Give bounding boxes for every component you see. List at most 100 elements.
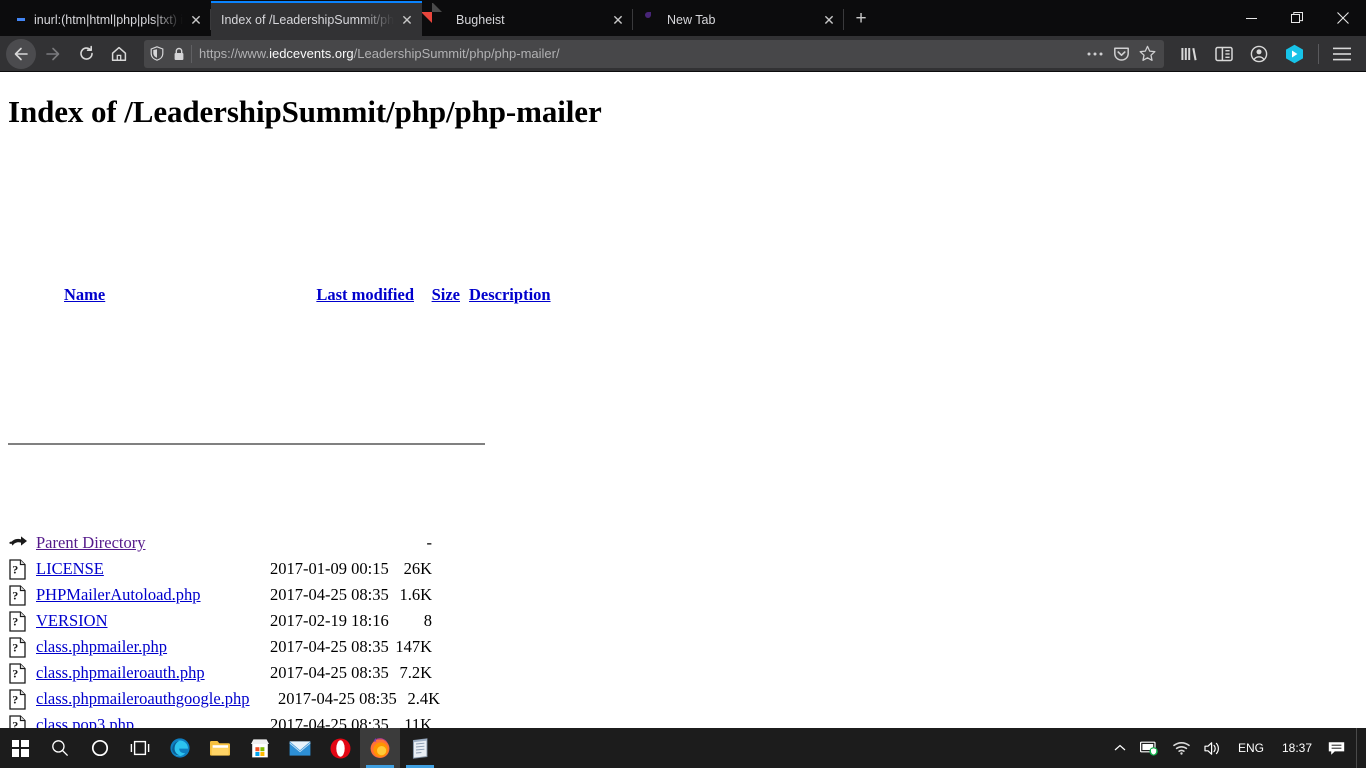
language-indicator[interactable]: ENG — [1229, 728, 1273, 768]
file-link[interactable]: class.phpmaileroauthgoogle.php — [36, 689, 250, 708]
restore-button[interactable] — [1274, 0, 1320, 36]
last-modified-cell: 2017-04-25 08:35 — [278, 689, 397, 708]
show-desktop-button[interactable] — [1356, 728, 1364, 768]
action-center-icon[interactable] — [1321, 728, 1352, 768]
task-view-button[interactable] — [120, 728, 160, 768]
sidebar-icon[interactable] — [1207, 39, 1241, 69]
taskbar-clock[interactable]: 18:37 — [1273, 728, 1321, 768]
file-link[interactable]: VERSION — [36, 611, 108, 630]
close-icon[interactable]: ✕ — [187, 11, 205, 29]
file-name-cell: Parent Directory — [36, 530, 270, 556]
row-icon — [8, 533, 36, 553]
table-row: ? class.pop3.php 2017-04-25 08:35 11K — [8, 712, 1358, 728]
file-link[interactable]: PHPMailerAutoload.php — [36, 585, 201, 604]
firefox-button[interactable] — [360, 728, 400, 768]
close-icon[interactable]: ✕ — [398, 11, 416, 29]
last-modified-cell: 2017-04-25 08:35 — [270, 585, 389, 604]
navigation-toolbar: https://www.iedcevents.org/LeadershipSum… — [0, 36, 1366, 72]
wifi-icon[interactable] — [1166, 728, 1197, 768]
size-cell: 26K — [403, 559, 432, 578]
browser-tab-2[interactable]: Bugheist ✕ — [422, 3, 633, 36]
reload-icon[interactable] — [70, 39, 102, 69]
library-icon[interactable] — [1172, 39, 1206, 69]
url-text[interactable]: https://www.iedcevents.org/LeadershipSum… — [199, 46, 1082, 61]
pocket-icon[interactable] — [1108, 42, 1134, 66]
close-button[interactable] — [1320, 0, 1366, 36]
table-header-row: Name Last modified Size Description — [8, 230, 1358, 360]
edge-button[interactable] — [160, 728, 200, 768]
file-link[interactable]: LICENSE — [36, 559, 104, 578]
close-icon[interactable]: ✕ — [820, 11, 838, 29]
file-link[interactable]: class.phpmaileroauth.php — [36, 663, 205, 682]
unknown-file-icon: ? — [8, 636, 28, 658]
file-link[interactable]: class.phpmailer.php — [36, 637, 167, 656]
opera-button[interactable] — [320, 728, 360, 768]
directory-listing: Name Last modified Size Description Pare… — [8, 152, 1358, 728]
last-modified-cell: 2017-04-25 08:35 — [270, 663, 389, 682]
page-title: Index of /LeadershipSummit/php/php-maile… — [8, 94, 602, 129]
row-icon: ? — [8, 636, 36, 658]
table-row: ? class.phpmaileroauthgoogle.php 2017-04-2… — [8, 686, 1358, 712]
toolbar-separator — [1318, 43, 1319, 64]
size-cell: 2.4K — [407, 689, 440, 708]
svg-text:?: ? — [12, 588, 18, 602]
speaker-icon[interactable] — [1197, 728, 1229, 768]
star-icon[interactable] — [1134, 42, 1160, 66]
svg-text:?: ? — [12, 640, 18, 654]
size-cell: 8 — [423, 611, 432, 630]
close-icon[interactable]: ✕ — [609, 11, 627, 29]
unknown-file-icon: ? — [8, 662, 28, 684]
new-tab-button[interactable]: + — [844, 3, 878, 36]
size-cell: 1.6K — [399, 585, 432, 604]
identity-box[interactable] — [150, 44, 192, 63]
extension-icon[interactable] — [1277, 39, 1311, 69]
size-cell: 7.2K — [399, 663, 432, 682]
table-row: ? VERSION 2017-02-19 18:16 8 — [8, 608, 1358, 634]
browser-tab-3[interactable]: New Tab ✕ — [633, 3, 844, 36]
column-header-name[interactable]: Name — [64, 282, 298, 308]
taskbar-items — [0, 728, 440, 768]
opera-icon — [330, 738, 350, 758]
padlock-icon[interactable] — [173, 47, 185, 61]
account-icon[interactable] — [1242, 39, 1276, 69]
browser-tab-0[interactable]: inurl:(htm|html|php|pls|txt) inti ✕ — [0, 3, 211, 36]
search-button[interactable] — [40, 728, 80, 768]
table-row: ? LICENSE 2017-01-09 00:15 26K — [8, 556, 1358, 582]
column-header-description[interactable]: Description — [461, 282, 551, 308]
tracking-protection-icon[interactable] — [150, 46, 164, 61]
firefox-icon — [643, 12, 659, 28]
home-icon[interactable] — [103, 39, 135, 69]
search-icon — [52, 740, 69, 757]
tab-title: inurl:(htm|html|php|pls|txt) inti — [34, 12, 183, 27]
tab-title: Bugheist — [456, 12, 505, 27]
back-icon[interactable] — [6, 38, 36, 69]
column-header-size[interactable]: Size — [414, 282, 461, 308]
ellipsis-icon[interactable] — [1082, 42, 1108, 66]
row-icon: ? — [8, 688, 36, 710]
file-name-cell: VERSION — [36, 608, 270, 634]
chevron-up-icon[interactable] — [1107, 728, 1133, 768]
unknown-file-icon: ? — [8, 714, 28, 728]
file-name-cell: class.phpmailer.php — [36, 634, 270, 660]
address-bar[interactable]: https://www.iedcevents.org/LeadershipSum… — [144, 39, 1164, 68]
svg-text:?: ? — [12, 666, 18, 680]
forward-icon[interactable] — [37, 39, 69, 69]
display-icon[interactable] — [1133, 728, 1166, 768]
edge-icon — [170, 738, 190, 758]
mail-button[interactable] — [280, 728, 320, 768]
browser-tab-1[interactable]: Index of /LeadershipSummit/php/p ✕ — [211, 1, 422, 36]
minimize-button[interactable] — [1228, 0, 1274, 36]
file-link[interactable]: Parent Directory — [36, 533, 146, 552]
task-view-icon — [130, 740, 150, 756]
notepad-button[interactable] — [400, 728, 440, 768]
table-row: ? class.phpmailer.php 2017-04-25 08:35 147K — [8, 634, 1358, 660]
microsoft-store-button[interactable] — [240, 728, 280, 768]
file-name-cell: class.phpmaileroauthgoogle.php — [36, 686, 278, 712]
cortana-button[interactable] — [80, 728, 120, 768]
hamburger-menu-icon[interactable] — [1325, 39, 1359, 69]
start-button[interactable] — [0, 728, 40, 768]
file-explorer-button[interactable] — [200, 728, 240, 768]
file-link[interactable]: class.pop3.php — [36, 715, 134, 728]
column-header-last-modified[interactable]: Last modified — [298, 282, 414, 308]
tab-title: New Tab — [667, 12, 716, 27]
